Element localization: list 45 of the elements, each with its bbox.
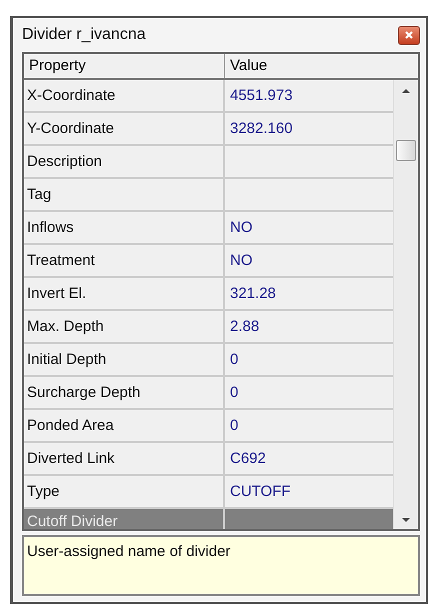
property-name: Max. Depth <box>24 311 225 342</box>
property-value: 0 <box>229 416 240 436</box>
property-row[interactable]: Surcharge Depth 0 <box>24 377 393 410</box>
close-button[interactable] <box>398 26 420 44</box>
property-value: CUTOFF <box>229 482 292 502</box>
property-name: Description <box>24 146 225 177</box>
property-name: X-Coordinate <box>24 80 225 111</box>
property-name: Ponded Area <box>24 410 225 441</box>
property-row[interactable]: Tag <box>24 179 393 212</box>
property-value: 0 <box>229 350 240 370</box>
property-value: 3282.160 <box>229 119 294 139</box>
property-row[interactable]: Inflows NO <box>24 212 393 245</box>
property-value: 321.28 <box>229 284 277 304</box>
property-row[interactable]: Description <box>24 146 393 179</box>
property-value: 4551.973 <box>229 86 294 106</box>
property-value: NO <box>229 218 254 238</box>
close-icon <box>404 30 414 40</box>
property-row[interactable]: Y-Coordinate 3282.160 <box>24 113 393 146</box>
property-row[interactable]: Max. Depth 2.88 <box>24 311 393 344</box>
property-row[interactable]: Ponded Area 0 <box>24 410 393 443</box>
property-row[interactable]: Diverted Link C692 <box>24 443 393 476</box>
property-name: Treatment <box>24 245 225 276</box>
property-row[interactable]: Treatment NO <box>24 245 393 278</box>
property-value: 2.88 <box>229 317 260 337</box>
property-row[interactable]: Invert El. 321.28 <box>24 278 393 311</box>
property-value: NO <box>229 251 254 271</box>
property-name: Y-Coordinate <box>24 113 225 144</box>
scrollbar[interactable] <box>393 80 418 529</box>
property-name: Inflows <box>24 212 225 243</box>
scroll-thumb[interactable] <box>396 140 416 161</box>
property-row[interactable]: Initial Depth 0 <box>24 344 393 377</box>
property-name: Surcharge Depth <box>24 377 225 408</box>
description-text: User-assigned name of divider <box>27 543 230 560</box>
property-row[interactable]: X-Coordinate 4551.973 <box>24 80 393 113</box>
property-value: C692 <box>229 449 267 469</box>
property-row[interactable]: Type CUTOFF <box>24 476 393 509</box>
property-value: 0 <box>229 383 240 403</box>
window-title: Divider r_ivancna <box>22 26 146 44</box>
property-name: Type <box>24 476 225 507</box>
scroll-up-icon[interactable] <box>401 88 411 94</box>
property-name: Tag <box>24 179 225 210</box>
scroll-down-icon[interactable] <box>401 517 411 523</box>
property-name: Diverted Link <box>24 443 225 474</box>
property-name: Initial Depth <box>24 344 225 375</box>
property-name: Invert El. <box>24 278 225 309</box>
